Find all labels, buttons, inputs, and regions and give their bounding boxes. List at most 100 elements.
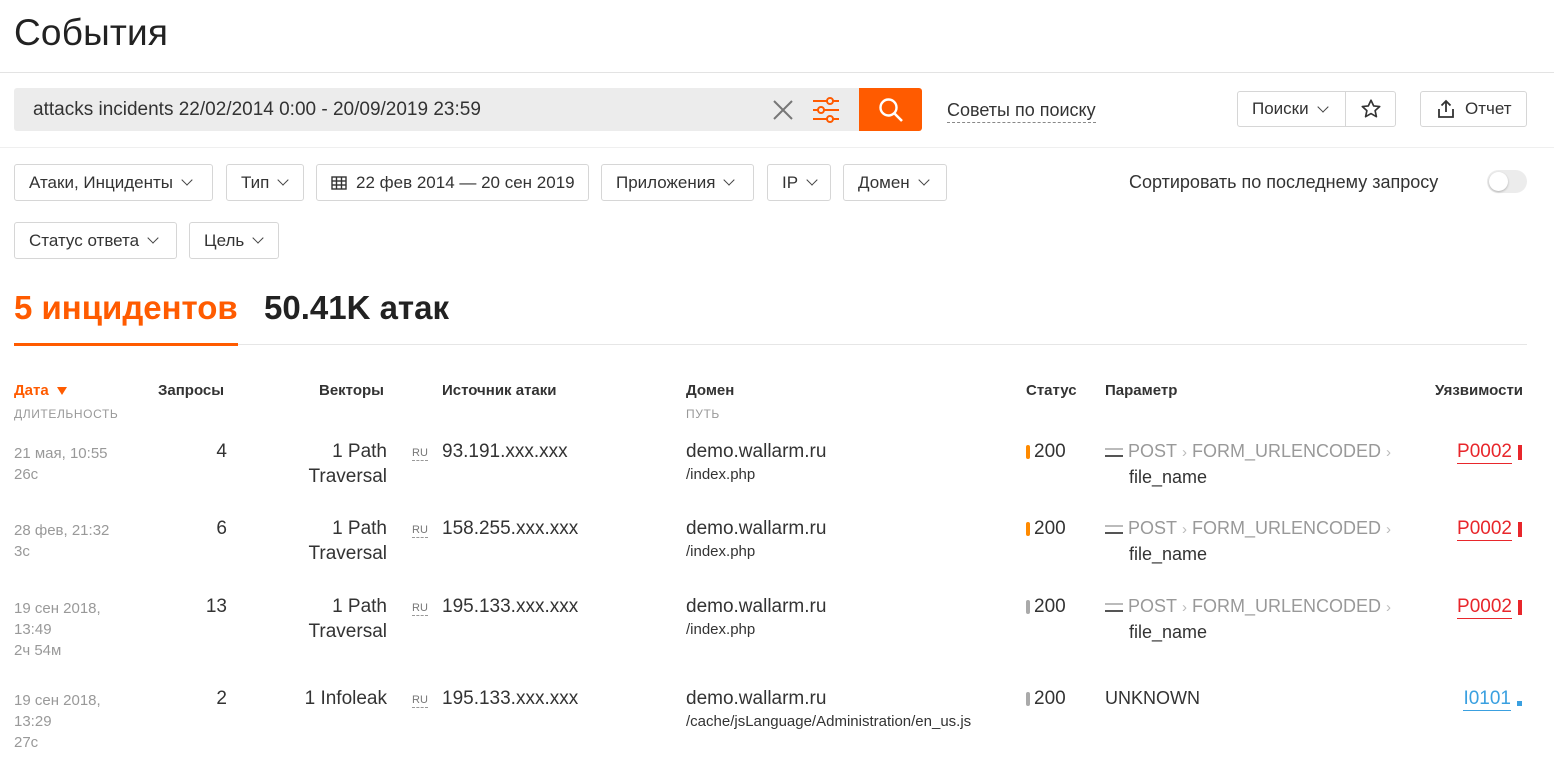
vulnerability-link[interactable]: P0002: [1457, 518, 1512, 541]
report-label: Отчет: [1465, 99, 1512, 118]
status-indicator: [1026, 600, 1030, 614]
severity-flag: [1518, 600, 1522, 615]
search-input[interactable]: attacks incidents 22/02/2014 0:00 - 20/0…: [14, 88, 859, 131]
row-vector-line2: Traversal: [308, 543, 387, 564]
param-method: POST: [1128, 596, 1178, 616]
filter-label: 22 фев 2014 — 20 сен 2019: [356, 172, 575, 192]
chevron-right-icon: ›: [1182, 444, 1188, 461]
row-status-code: 200: [1034, 596, 1066, 617]
row-vulnerability[interactable]: P0002: [1457, 518, 1522, 541]
status-indicator: [1026, 445, 1030, 459]
row-vectors: 1 Path Traversal: [237, 594, 387, 644]
report-button[interactable]: Отчет: [1420, 91, 1527, 127]
param-name: file_name: [1129, 544, 1208, 564]
row-country-code[interactable]: RU: [412, 447, 428, 461]
row-date: 21 мая, 10:55: [14, 445, 108, 462]
row-vulnerability[interactable]: I0101: [1463, 688, 1522, 711]
page-title: События: [14, 12, 169, 53]
filter-ip[interactable]: IP: [767, 164, 831, 201]
row-date: 19 сен 2018, 13:49: [14, 600, 101, 638]
chevron-down-icon: [277, 174, 290, 186]
chevron-right-icon: ›: [1386, 599, 1392, 616]
filter-response-status[interactable]: Статус ответа: [14, 222, 177, 259]
row-date: 28 фев, 21:32: [14, 522, 110, 539]
parameter-icon: [1105, 602, 1123, 612]
favorite-button[interactable]: [1345, 91, 1396, 127]
status-indicator: [1026, 692, 1030, 706]
vulnerability-link[interactable]: I0101: [1463, 688, 1511, 711]
param-method: POST: [1128, 518, 1178, 538]
row-vectors: 1 Infoleak: [237, 686, 387, 711]
search-button[interactable]: [859, 88, 922, 131]
toolbar-divider: [0, 147, 1554, 148]
sort-toggle-label: Сортировать по последнему запросу: [1129, 172, 1439, 192]
row-date-cell: 19 сен 2018, 13:49 2ч 54м: [14, 598, 124, 661]
saved-searches-label: Поиски: [1252, 99, 1309, 118]
chevron-right-icon: ›: [1386, 444, 1392, 461]
active-tab-indicator: [14, 343, 238, 346]
chevron-right-icon: ›: [1386, 521, 1392, 538]
param-name: file_name: [1129, 622, 1208, 642]
tabs-divider: [14, 344, 1527, 345]
filter-domain[interactable]: Домен: [843, 164, 947, 201]
tab-attacks[interactable]: 50.41K атак: [264, 289, 449, 327]
row-source-ip[interactable]: 93.191.xxx.xxx: [442, 441, 568, 463]
row-duration: 27с: [14, 734, 39, 751]
row-date-cell: 19 сен 2018, 13:29 27с: [14, 690, 124, 753]
row-source-ip[interactable]: 158.255.xxx.xxx: [442, 518, 578, 540]
row-source-ip[interactable]: 195.133.xxx.xxx: [442, 596, 578, 618]
filter-event-type[interactable]: Атаки, Инциденты: [14, 164, 213, 201]
vulnerability-link[interactable]: P0002: [1457, 441, 1512, 464]
row-domain[interactable]: demo.wallarm.ru: [686, 688, 826, 710]
severity-flag: [1518, 522, 1522, 537]
row-vulnerability[interactable]: P0002: [1457, 441, 1522, 464]
row-source-ip[interactable]: 195.133.xxx.xxx: [442, 688, 578, 710]
column-header-param: Параметр: [1105, 382, 1178, 399]
sort-toggle[interactable]: [1487, 170, 1527, 193]
row-country-code[interactable]: RU: [412, 694, 428, 708]
row-requests: 4: [216, 441, 227, 462]
row-date-cell: 21 мая, 10:55 26с: [14, 443, 124, 485]
filter-date-range[interactable]: 22 фев 2014 — 20 сен 2019: [316, 164, 589, 201]
row-status: 200: [1026, 441, 1066, 463]
row-domain[interactable]: demo.wallarm.ru: [686, 441, 826, 463]
toggle-knob: [1489, 172, 1508, 191]
severity-flag: [1517, 701, 1522, 706]
search-tips-link[interactable]: Советы по поиску: [947, 100, 1096, 123]
filter-target[interactable]: Цель: [189, 222, 279, 259]
row-path: /index.php: [686, 543, 756, 560]
filter-label: Цель: [204, 230, 245, 250]
row-country-code[interactable]: RU: [412, 524, 428, 538]
vulnerability-link[interactable]: P0002: [1457, 596, 1512, 619]
row-domain[interactable]: demo.wallarm.ru: [686, 518, 826, 540]
param-method: POST: [1128, 441, 1178, 461]
row-vector-line2: Traversal: [308, 466, 387, 487]
status-indicator: [1026, 522, 1030, 536]
filter-label: Статус ответа: [29, 230, 140, 250]
column-header-date-label: Дата: [14, 382, 49, 399]
row-country-code[interactable]: RU: [412, 602, 428, 616]
search-icon: [878, 97, 903, 122]
param-type: FORM_URLENCODED: [1192, 518, 1382, 538]
column-header-date[interactable]: Дата: [14, 382, 67, 399]
row-status: 200: [1026, 688, 1066, 710]
star-icon: [1360, 99, 1381, 118]
severity-flag: [1518, 445, 1522, 460]
param-type: FORM_URLENCODED: [1192, 596, 1382, 616]
chevron-down-icon: [252, 232, 264, 244]
saved-searches-button[interactable]: Поиски: [1237, 91, 1346, 127]
row-vector-line1: 1 Infoleak: [304, 688, 387, 709]
row-vector-line1: 1 Path: [332, 441, 387, 462]
filter-settings-icon[interactable]: [811, 96, 841, 124]
tab-incidents[interactable]: 5 инцидентов: [14, 289, 238, 327]
clear-icon[interactable]: [771, 98, 795, 122]
row-domain[interactable]: demo.wallarm.ru: [686, 596, 826, 618]
chevron-right-icon: ›: [1182, 521, 1188, 538]
row-parameter: POST › FORM_URLENCODED › file_name: [1105, 439, 1396, 490]
row-vulnerability[interactable]: P0002: [1457, 596, 1522, 619]
filter-applications[interactable]: Приложения: [601, 164, 754, 201]
search-query-text[interactable]: attacks incidents 22/02/2014 0:00 - 20/0…: [33, 99, 481, 121]
filter-type[interactable]: Тип: [226, 164, 304, 201]
sort-desc-icon: [56, 387, 67, 396]
row-status-code: 200: [1034, 688, 1066, 709]
